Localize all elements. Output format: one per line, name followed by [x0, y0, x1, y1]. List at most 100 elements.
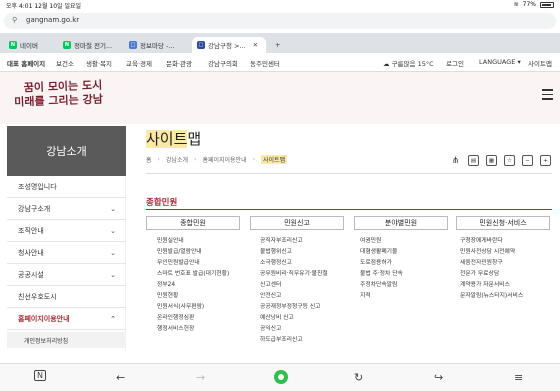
language-select[interactable]: LANGUAGE ▾	[479, 58, 521, 66]
close-tab-icon[interactable]: ✕	[253, 41, 258, 49]
share-arrow-icon[interactable]: ↪	[434, 371, 443, 384]
site-banner: 꿈이 모이는 도시 미래를 그리는 강남	[0, 72, 560, 124]
list-item[interactable]: 온라인행정심판	[157, 313, 229, 324]
nav-culture-tourism[interactable]: 문화·관광	[166, 58, 192, 68]
list-item[interactable]: 문자알림(뉴스터지)서비스	[460, 291, 523, 302]
sidebar-item-public-facilities[interactable]: 공공시설 ⌄	[7, 264, 126, 286]
new-tab-button[interactable]: +	[270, 37, 284, 53]
column-list-field: 여권민원 대형생활폐기물 도로점용허가 불법 주·정차 단속 주정차단속알림 지…	[360, 236, 403, 302]
forward-arrow-icon[interactable]: →	[196, 371, 205, 384]
breadcrumb-home[interactable]: 홈	[146, 155, 152, 164]
back-arrow-icon[interactable]: ←	[116, 371, 125, 384]
url-text[interactable]: gangnam.go.kr	[26, 16, 79, 24]
zoom-in-icon[interactable]: +	[540, 155, 551, 166]
menu-lines-icon[interactable]: ≡	[514, 371, 523, 384]
breadcrumb-item[interactable]: 강남소개	[166, 155, 188, 164]
nav-health-center[interactable]: 보건소	[56, 58, 74, 68]
list-item[interactable]: 계약용가 자문서비스	[460, 280, 523, 291]
print-icon[interactable]: ▤	[468, 155, 479, 166]
divider	[146, 173, 552, 174]
list-item[interactable]: 세움전자민원창구	[460, 258, 523, 269]
breadcrumb-separator-icon: ›	[194, 156, 197, 163]
list-item[interactable]: 안전신고	[260, 291, 328, 302]
nav-education-economy[interactable]: 교육·경제	[126, 58, 152, 68]
list-item[interactable]: 대형생활폐기물	[360, 247, 403, 258]
chevron-down-icon: ⌄	[110, 226, 116, 235]
column-list-report: 공직자부조리신고 불법행위신고 소극행정신고 공무원비리·직무유기·불친절 신고…	[260, 236, 328, 346]
sidebar-item-building[interactable]: 청사안내 ⌄	[7, 242, 126, 264]
list-item[interactable]: 공익신고	[260, 324, 328, 335]
sidebar-item-mayor[interactable]: 조성명입니다	[7, 176, 126, 198]
chevron-down-icon: ⌄	[110, 248, 116, 257]
list-item[interactable]: 주정차단속알림	[360, 280, 403, 291]
refresh-icon[interactable]: ↻	[354, 371, 363, 384]
list-item[interactable]: 예산낭비 신고	[260, 313, 328, 324]
list-item[interactable]: 민원실안내	[157, 236, 229, 247]
page-title: 사이트맵	[146, 128, 201, 149]
list-item[interactable]: 민원발급/열람안내	[157, 247, 229, 258]
sitemap-link[interactable]: 사이트맵	[528, 58, 552, 68]
sidebar-item-label: 조직안내	[18, 226, 44, 235]
list-item[interactable]: 공무원비리·직무유기·불친절	[260, 269, 328, 280]
sidebar-item-label: 공공시설	[18, 270, 44, 279]
gangnam-slogan-logo[interactable]: 꿈이 모이는 도시 미래를 그리는 강남	[14, 78, 115, 109]
nav-council[interactable]: 강남구의회	[208, 58, 238, 68]
section-title: 종합민원	[146, 198, 178, 208]
tab-2[interactable]: N 정마철 전기...	[58, 37, 124, 53]
address-bar[interactable]: ⚲ gangnam.go.kr	[4, 13, 556, 29]
column-head-report[interactable]: 민원신고	[250, 216, 344, 230]
language-label: LANGUAGE	[479, 58, 516, 66]
naver-favicon-icon: N	[9, 41, 17, 49]
list-item[interactable]: 신고센터	[260, 280, 328, 291]
column-head-service[interactable]: 민원신청·서비스	[456, 216, 550, 230]
list-item[interactable]: 하도급부조리신고	[260, 335, 328, 346]
share-icon[interactable]: ⋔	[450, 155, 461, 166]
list-item[interactable]: 지적	[360, 291, 403, 302]
list-item[interactable]: 공직자부조리신고	[260, 236, 328, 247]
nav-living-welfare[interactable]: 생활·복지	[86, 58, 112, 68]
naver-app-icon[interactable]: N	[34, 370, 46, 381]
list-item[interactable]: 불법행위신고	[260, 247, 328, 258]
chevron-down-icon: ⌄	[110, 204, 116, 213]
sidebar-item-organization[interactable]: 조직안내 ⌄	[7, 220, 126, 242]
list-item[interactable]: 소극행정신고	[260, 258, 328, 269]
sidebar-sub-privacy-policy[interactable]: 개인정보처리방침	[7, 332, 126, 348]
sidebar-item-site-guide[interactable]: 홈페이지이용안내 ⌃	[7, 308, 126, 330]
nav-main-home[interactable]: 대표 홈페이지	[7, 58, 45, 68]
list-item[interactable]: 도로점용허가	[360, 258, 403, 269]
sidebar-item-label: 홈페이지이용안내	[18, 314, 70, 323]
home-button-icon[interactable]	[274, 370, 288, 384]
tab-gangnam-active[interactable]: □ 강남구청 >... ✕	[192, 37, 266, 53]
column-head-field[interactable]: 분야별민원	[354, 216, 448, 230]
wifi-icon: ≋	[513, 1, 519, 8]
tab-naver[interactable]: N 네이버	[4, 37, 56, 53]
bookmark-icon[interactable]: ☆	[504, 155, 515, 166]
tab-label: 정마철 전기...	[74, 42, 113, 50]
list-item[interactable]: 구청장에게바란다	[460, 236, 523, 247]
breadcrumb-item[interactable]: 홈페이지이용안내	[202, 155, 246, 164]
list-item[interactable]: 민원서식(사무편람)	[157, 302, 229, 313]
nav-community-center[interactable]: 동주민센터	[250, 58, 280, 68]
weather-text: 구름많음 15°C	[391, 60, 434, 68]
list-item[interactable]: 무인민원발급안내	[157, 258, 229, 269]
breadcrumb-current: 사이트맵	[261, 155, 288, 164]
list-item[interactable]: 전문가 무료상담	[460, 269, 523, 280]
list-item[interactable]: 행정서비스헌장	[157, 324, 229, 335]
sidebar-item-sister-cities[interactable]: 친선우호도시	[7, 286, 126, 308]
list-item[interactable]: 공공재정부정청구등 신고	[260, 302, 328, 313]
zoom-out-icon[interactable]: −	[522, 155, 533, 166]
tab-3[interactable]: □ 정보마당 -...	[124, 37, 190, 53]
list-item[interactable]: 여권민원	[360, 236, 403, 247]
list-item[interactable]: 스마트 번호표 발급(대기현황)	[157, 269, 229, 280]
list-item[interactable]: 정부24	[157, 280, 229, 291]
site-info-icon[interactable]: ⚲	[12, 16, 17, 24]
column-head-general[interactable]: 종합민원	[146, 216, 240, 230]
list-item[interactable]: 불법 주·정차 단속	[360, 269, 403, 280]
plus-icon: +	[275, 41, 281, 49]
sidebar-item-about[interactable]: 강남구소개 ⌄	[7, 198, 126, 220]
list-item[interactable]: 민원현황	[157, 291, 229, 302]
login-link[interactable]: 로그인	[446, 58, 464, 68]
qr-code-icon[interactable]: ▦	[486, 155, 497, 166]
hamburger-menu-icon[interactable]	[542, 89, 553, 103]
list-item[interactable]: 민원사전상담 시전예약	[460, 247, 523, 258]
